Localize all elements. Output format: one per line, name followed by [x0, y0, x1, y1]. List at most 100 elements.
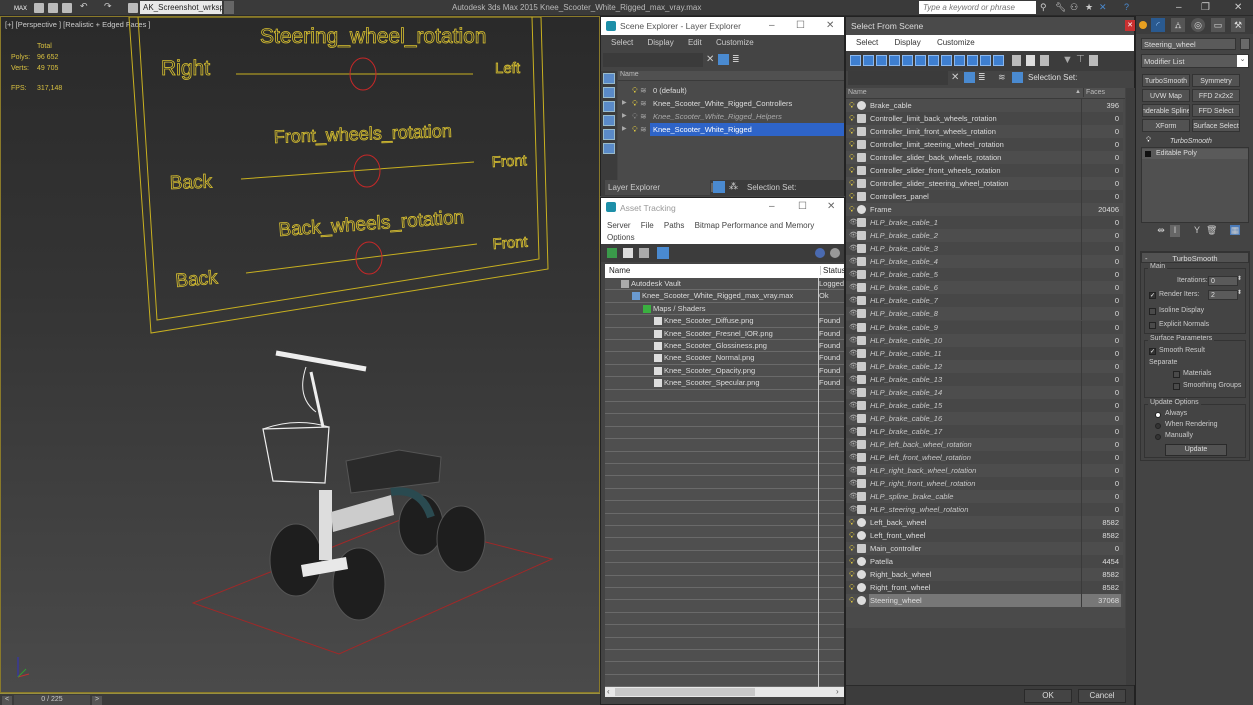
menu-file[interactable]: File — [641, 221, 654, 230]
cancel-button[interactable]: Cancel — [1078, 689, 1126, 703]
always-radio[interactable] — [1155, 412, 1161, 418]
modify-tab-icon[interactable]: ◜ — [1151, 18, 1165, 32]
object-row[interactable]: 👁︎ HLP_brake_cable_6 0 — [846, 281, 1123, 295]
make-unique-icon[interactable]: Y — [1192, 225, 1202, 235]
menu-display[interactable]: Display — [647, 38, 673, 47]
shapes-filter-icon[interactable] — [603, 87, 615, 98]
menu-server[interactable]: Server — [607, 221, 631, 230]
maximize-button[interactable]: ☐ — [796, 20, 805, 31]
remove-modifier-icon[interactable]: 🗑︎ — [1206, 225, 1217, 235]
ffd-2x2x2-button[interactable]: FFD 2x2x2 — [1192, 89, 1240, 102]
display-all-icon[interactable] — [1012, 55, 1021, 66]
hierarchy-mode-icon[interactable] — [1012, 72, 1023, 83]
renderable-spline-button[interactable]: Renderable Spline — [1142, 104, 1190, 117]
close-button[interactable]: ✕ — [1234, 2, 1242, 13]
menu-select[interactable]: Select — [856, 38, 878, 47]
asset-row[interactable]: Knee_Scooter_Normal.png Found — [605, 352, 844, 365]
light-bulb-icon[interactable]: 💡︎ — [849, 529, 855, 542]
scene-explorer-titlebar[interactable]: Scene Explorer - Layer Explorer – ☐ ✕ — [601, 17, 844, 35]
menu-select[interactable]: Select — [611, 38, 633, 47]
asset-row[interactable]: Knee_Scooter_Specular.png Found — [605, 377, 844, 390]
exchange-icon[interactable]: ✕ — [1099, 3, 1108, 12]
prev-frame-button[interactable]: < — [2, 696, 12, 705]
object-color-swatch[interactable] — [1240, 38, 1250, 50]
object-row[interactable]: 💡︎ Right_back_wheel 8582 — [846, 568, 1123, 582]
object-row[interactable]: 👁︎ HLP_left_back_wheel_rotation 0 — [846, 437, 1123, 451]
knee-scooter-model[interactable] — [262, 350, 486, 621]
object-row[interactable]: 💡︎ Controller_limit_steering_wheel_rotati… — [846, 138, 1123, 152]
column-header-name[interactable]: Name — [618, 71, 844, 81]
hierarchy-mode-icon[interactable]: ⁂ — [729, 181, 738, 192]
asset-row[interactable]: Knee_Scooter_Glossiness.png Found — [605, 340, 844, 353]
manually-radio[interactable] — [1155, 434, 1161, 440]
workspace-dropdown-icon[interactable] — [224, 1, 234, 14]
asset-row[interactable]: Knee_Scooter_Diffuse.png Found — [605, 315, 844, 328]
uvw-map-button[interactable]: UVW Map — [1142, 89, 1190, 102]
light-bulb-icon[interactable]: 💡︎ — [849, 516, 855, 529]
detail-view-icon[interactable] — [639, 248, 649, 258]
turbosmooth-button[interactable]: TurboSmooth — [1142, 74, 1190, 87]
expand-arrow-icon[interactable]: ▶ — [622, 110, 627, 123]
column-header-status[interactable]: Status — [820, 266, 846, 275]
object-row[interactable]: 👁︎ HLP_left_front_wheel_rotation 0 — [846, 450, 1123, 464]
layer-mode-icon[interactable] — [713, 181, 725, 193]
refresh-icon[interactable] — [607, 248, 617, 258]
light-bulb-icon[interactable]: 💡︎ — [632, 84, 638, 97]
menu-paths[interactable]: Paths — [664, 221, 684, 230]
update-button[interactable]: Update — [1165, 444, 1227, 456]
menu-display[interactable]: Display — [894, 38, 920, 47]
object-row[interactable]: 💡︎ Left_front_wheel 8582 — [846, 528, 1123, 542]
configure-modifier-sets-icon[interactable]: ▦ — [1230, 225, 1240, 235]
object-row[interactable]: 💡︎ Controller_slider_steering_wheel_rotat… — [846, 177, 1123, 191]
filter-settings-icon[interactable]: ⊤ — [1076, 54, 1085, 65]
workspace-selector[interactable]: AK_Screenshot_wrksp — [140, 1, 222, 14]
cameras-filter-icon[interactable] — [889, 55, 900, 66]
object-row[interactable]: 👁︎ HLP_right_front_wheel_rotation 0 — [846, 476, 1123, 490]
filter-icon[interactable]: ▼ — [1062, 54, 1073, 66]
containers-filter-icon[interactable] — [967, 55, 978, 66]
object-row[interactable]: 👁︎ HLP_brake_cable_17 0 — [846, 424, 1123, 438]
filter-toggle-icon[interactable] — [718, 54, 729, 65]
find-options-icon[interactable]: ≣ — [978, 72, 986, 83]
object-row[interactable]: 👁︎ HLP_brake_cable_7 0 — [846, 294, 1123, 308]
when-rendering-radio[interactable] — [1155, 423, 1161, 429]
geometry-filter-icon[interactable] — [850, 55, 861, 66]
isoline-display-checkbox[interactable] — [1149, 308, 1156, 315]
time-slider[interactable]: < 0 / 225 > — [0, 693, 600, 705]
find-input[interactable] — [848, 71, 948, 85]
perspective-viewport[interactable]: [+] [Perspective ] [Realistic + Edged Fa… — [0, 16, 600, 693]
object-row[interactable]: 💡︎ Controller_limit_back_wheels_rotation 0 — [846, 112, 1123, 126]
asset-row[interactable]: Knee_Scooter_Opacity.png Found — [605, 365, 844, 378]
display-none-icon[interactable] — [1026, 55, 1035, 66]
object-row[interactable]: 👁︎ HLP_brake_cable_13 0 — [846, 372, 1123, 386]
asset-row[interactable]: Knee_Scooter_White_Rigged_max_vray.max Ok — [605, 290, 844, 303]
invert-display-icon[interactable] — [1040, 55, 1049, 66]
lights-filter-icon[interactable] — [603, 101, 615, 112]
spinner-arrows-icon[interactable]: ⬍ — [1237, 289, 1242, 296]
layer-row[interactable]: ▶ 💡︎ ≋ Knee_Scooter_White_Rigged — [618, 123, 844, 136]
lights-filter-icon[interactable] — [876, 55, 887, 66]
layer-mode-icon[interactable]: ≋ — [998, 72, 1006, 83]
symmetry-button[interactable]: Symmetry — [1192, 74, 1240, 87]
motion-tab-icon[interactable]: ◎ — [1191, 18, 1205, 32]
asset-row[interactable]: Autodesk Vault Logged — [605, 278, 844, 291]
light-bulb-icon[interactable]: 💡︎ — [849, 581, 855, 594]
vault-help-icon[interactable] — [815, 248, 825, 258]
ok-button[interactable]: OK — [1024, 689, 1072, 703]
asset-tracking-titlebar[interactable]: Asset Tracking – ☐ ✕ — [601, 198, 844, 218]
show-end-result-icon[interactable]: I — [1170, 225, 1180, 237]
object-row[interactable]: 👁︎ HLP_right_back_wheel_rotation 0 — [846, 463, 1123, 477]
light-bulb-icon[interactable]: 💡︎ — [849, 164, 855, 177]
object-row[interactable]: 👁︎ HLP_brake_cable_3 0 — [846, 242, 1123, 256]
create-tab-icon[interactable] — [1139, 21, 1147, 29]
light-bulb-icon[interactable]: 💡︎ — [849, 138, 855, 151]
wrench-icon[interactable]: 🔧︎ — [1055, 3, 1066, 12]
helpers-filter-icon[interactable] — [902, 55, 913, 66]
column-options-icon[interactable] — [1089, 55, 1098, 66]
object-row[interactable]: 👁︎ HLP_brake_cable_1 0 — [846, 216, 1123, 230]
hierarchy-tab-icon[interactable]: ⛼ — [1171, 18, 1185, 32]
helpers-filter-icon[interactable] — [603, 129, 615, 140]
scroll-right-icon[interactable]: › — [836, 687, 839, 696]
object-row[interactable]: 💡︎ Steering_wheel 37068 — [846, 594, 1123, 608]
expand-arrow-icon[interactable]: ▶ — [622, 123, 627, 136]
